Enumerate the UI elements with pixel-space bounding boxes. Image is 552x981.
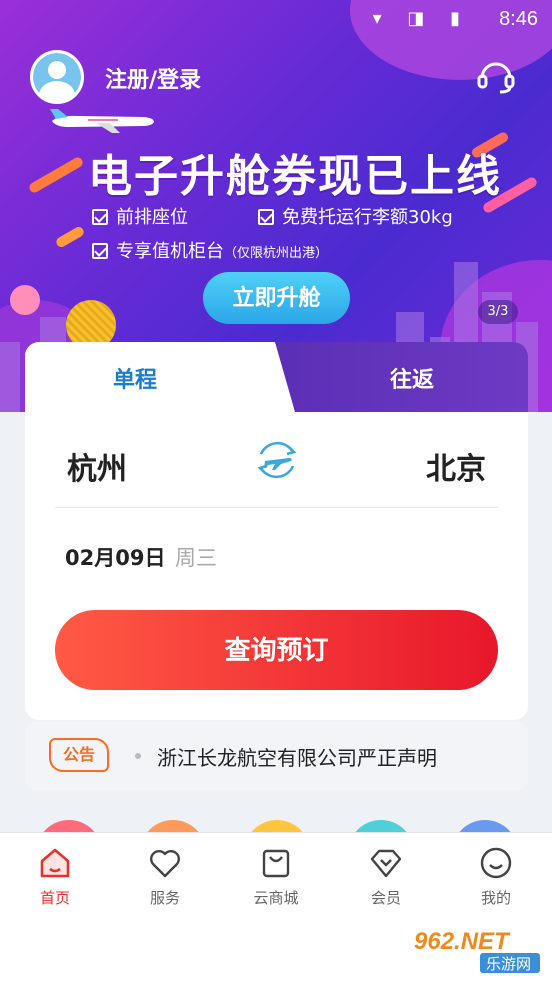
nav-label: 云商城: [253, 889, 299, 907]
tab-one-way[interactable]: 单程: [25, 342, 295, 412]
departure-date[interactable]: 02月09日: [65, 542, 165, 572]
checkbox-icon: [92, 209, 108, 225]
status-time: 8:46: [499, 8, 538, 30]
smile-icon: [480, 847, 512, 879]
trip-type-tabs: 往返 单程: [25, 342, 528, 412]
nav-service[interactable]: 服务: [125, 845, 205, 908]
checkbox-icon: [92, 243, 108, 259]
headset-icon[interactable]: [476, 58, 516, 94]
departure-city[interactable]: 杭州: [67, 444, 127, 488]
flight-search-card: 往返 单程 杭州 北京 02月09日 周三 查询预订: [25, 342, 528, 720]
arrival-city[interactable]: 北京: [426, 444, 486, 488]
nav-home[interactable]: 首页: [15, 845, 95, 908]
nav-label: 我的: [480, 889, 511, 907]
banner-title: 电子升舱券现已上线: [88, 151, 502, 202]
search-book-button[interactable]: 查询预订: [55, 610, 498, 690]
notice-text[interactable]: 浙江长龙航空有限公司严正声明: [157, 742, 437, 771]
swap-cities-icon[interactable]: [255, 438, 299, 482]
nav-label: 会员: [370, 889, 401, 907]
decor-stripe: [27, 155, 85, 195]
divider: [55, 507, 498, 508]
checkbox-icon: [258, 209, 274, 225]
airplane-illustration: [50, 109, 154, 133]
status-icons: ▾ ◨ ▮: [372, 8, 470, 29]
feature-item: 前排座位: [92, 203, 188, 229]
departure-weekday: 周三: [175, 546, 217, 570]
watermark-brand: 962.NET: [414, 928, 511, 955]
status-bar: ▾ ◨ ▮ 8:46: [0, 0, 552, 40]
tab-one-way-label: 单程: [113, 368, 158, 393]
announcement-bar[interactable]: 公告 浙江长龙航空有限公司严正声明: [25, 722, 528, 790]
upgrade-now-button[interactable]: 立即升舱: [203, 272, 350, 324]
bag-icon: [262, 849, 290, 878]
bullet-dot: [135, 753, 141, 759]
home-icon: [40, 848, 70, 878]
feature-item: 专享值机柜台（仅限杭州出港）: [92, 237, 328, 263]
watermark-sub: 乐游网: [486, 955, 531, 973]
feature-item: 免费托运行李额30kg: [258, 203, 453, 229]
nav-member[interactable]: 会员: [346, 845, 426, 908]
banner-pager: 3/3: [478, 300, 518, 324]
tab-round-trip-label[interactable]: 往返: [390, 362, 434, 394]
nav-label: 服务: [149, 889, 180, 907]
heart-icon: [150, 850, 180, 878]
decor-stripe: [54, 225, 86, 249]
login-link[interactable]: 注册/登录: [105, 62, 201, 94]
diamond-icon: [370, 849, 402, 878]
nav-label: 首页: [39, 889, 70, 907]
nav-mall[interactable]: 云商城: [236, 845, 316, 908]
feature-note: （仅限杭州出港）: [224, 246, 329, 261]
watermark-logo: 962.NET 乐游网: [414, 928, 540, 973]
avatar[interactable]: [30, 50, 84, 104]
notice-tag: 公告: [49, 738, 109, 772]
nav-profile[interactable]: 我的: [456, 845, 536, 908]
